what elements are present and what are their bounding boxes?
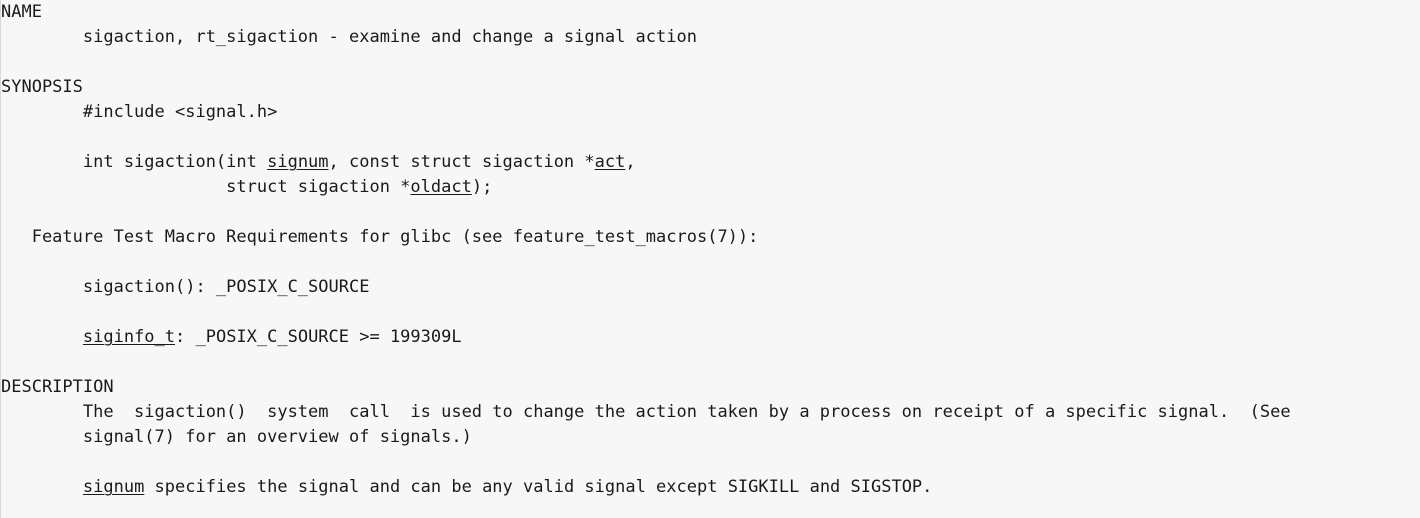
name-description-line: sigaction, rt_sigaction - examine and ch… [1, 27, 697, 47]
indent-text [1, 477, 83, 497]
param-signum: signum [82, 477, 145, 497]
feature-macro-sigaction-line: sigaction(): _POSIX_C_SOURCE [1, 277, 370, 297]
prototype-text: , [625, 152, 636, 172]
prototype-text: ); [471, 177, 493, 197]
description-line-2: signal(7) for an overview of signals.) [1, 427, 472, 447]
section-heading-description: DESCRIPTION [1, 377, 114, 397]
synopsis-prototype-line-1: int sigaction(int signum, const struct s… [1, 150, 1420, 175]
description-line-1: The sigaction() system call is used to c… [1, 402, 1291, 422]
indent-text [1, 327, 83, 347]
param-oldact: oldact [410, 177, 472, 197]
section-heading-name: NAME [1, 2, 42, 22]
subsection-heading-feature-test-macros: Feature Test Macro Requirements for glib… [1, 227, 759, 247]
prototype-text: int sigaction(int [1, 152, 268, 172]
prototype-text: , const struct sigaction * [328, 152, 595, 172]
prototype-text: struct sigaction * [1, 177, 411, 197]
synopsis-include-line: #include <signal.h> [1, 102, 278, 122]
description-line-3: signum specifies the signal and can be a… [1, 475, 1420, 500]
param-signum: signum [267, 152, 329, 172]
synopsis-prototype-line-2: struct sigaction *oldact); [1, 175, 1420, 200]
man-page-viewport[interactable]: NAME sigaction, rt_sigaction - examine a… [0, 0, 1420, 518]
description-text: specifies the signal and can be any vali… [144, 477, 933, 497]
man-page-content: NAME sigaction, rt_sigaction - examine a… [1, 0, 1420, 500]
type-siginfo-t: siginfo_t [82, 327, 176, 347]
feature-macro-text: : _POSIX_C_SOURCE >= 199309L [175, 327, 462, 347]
feature-macro-siginfo-line: siginfo_t: _POSIX_C_SOURCE >= 199309L [1, 325, 1420, 350]
section-heading-synopsis: SYNOPSIS [1, 77, 83, 97]
param-act: act [594, 152, 626, 172]
